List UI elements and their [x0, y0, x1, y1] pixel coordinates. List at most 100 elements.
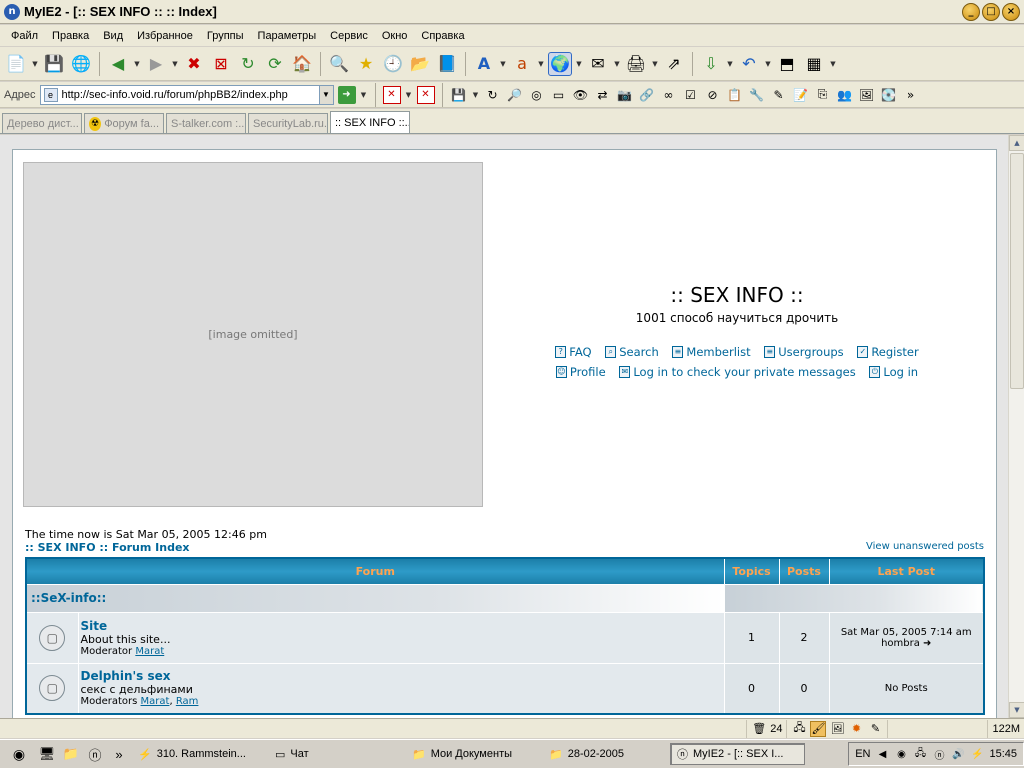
camera-icon[interactable]: 📷 — [616, 86, 634, 104]
switch-icon[interactable]: ⇄ — [594, 86, 612, 104]
category-title[interactable]: ::SeX-info:: — [27, 591, 106, 605]
window-icon[interactable]: ▭ — [550, 86, 568, 104]
menu-edit[interactable]: Правка — [45, 28, 96, 44]
undo-icon[interactable]: ↶ — [737, 52, 761, 76]
moderator-link[interactable]: Ram — [176, 696, 199, 707]
globe-icon[interactable]: 🌐 — [69, 52, 93, 76]
unanswered-posts-link[interactable]: View unanswered posts — [866, 541, 984, 552]
chevron-down-icon[interactable]: ▼ — [318, 85, 333, 104]
tab-forum[interactable]: ☢ Форум fa... — [84, 113, 164, 133]
tools-icon[interactable]: 🔧 — [748, 86, 766, 104]
save-icon[interactable]: 💾 — [42, 52, 66, 76]
encoding-dropdown[interactable]: ▼ — [537, 60, 545, 68]
scroll-up-icon[interactable]: ▲ — [1009, 135, 1024, 151]
close-button[interactable]: × — [1002, 2, 1020, 21]
home-icon[interactable]: 🏠 — [290, 52, 314, 76]
menu-options[interactable]: Параметры — [251, 28, 324, 44]
last-post-user[interactable]: hombra — [881, 638, 920, 649]
login-link[interactable]: ⏻ Log in — [869, 365, 918, 379]
find-icon[interactable]: 🔎 — [506, 86, 524, 104]
quicklaunch-desktop-icon[interactable]: 🖥 — [36, 743, 58, 765]
edit-icon[interactable]: ✎ — [867, 721, 883, 737]
encoding-icon[interactable]: a — [510, 52, 534, 76]
maximize-button[interactable]: □ — [982, 2, 1000, 21]
back-icon[interactable]: ◀ — [106, 52, 130, 76]
clipboard-icon[interactable]: 📋 — [726, 86, 744, 104]
address-url[interactable]: http://sec-info.void.ru/forum/phpBB2/ind… — [62, 89, 315, 101]
check-icon[interactable]: ☑ — [682, 86, 700, 104]
close-dropdown[interactable]: ▼ — [405, 91, 413, 99]
notes-icon[interactable]: 📝 — [792, 86, 810, 104]
eye-icon[interactable]: 👁 — [572, 86, 590, 104]
task-winamp[interactable]: ⚡ 310. Rammstein... — [132, 743, 267, 765]
task-folder-date[interactable]: 📁 28-02-2005 — [543, 743, 668, 765]
new-page-dropdown[interactable]: ▼ — [31, 60, 39, 68]
tab-stalker[interactable]: S-talker.com :... — [166, 113, 246, 133]
scroll-thumb[interactable] — [1010, 153, 1024, 389]
search-icon[interactable]: 🔍 — [327, 52, 351, 76]
address-input[interactable]: e http://sec-info.void.ru/forum/phpBB2/i… — [39, 84, 334, 105]
refresh-icon[interactable]: ↻ — [236, 52, 260, 76]
undo-dropdown[interactable]: ▼ — [764, 60, 772, 68]
network-icon[interactable]: 🖧 — [791, 721, 807, 737]
print-icon[interactable]: 🖨 — [624, 52, 648, 76]
pen-icon[interactable]: ✎ — [770, 86, 788, 104]
quicklaunch-explorer-icon[interactable]: 📁 — [60, 743, 82, 765]
quicklaunch-myie-icon[interactable]: ⓝ — [84, 743, 106, 765]
tab-sex-info[interactable]: :: SEX INFO ::... — [330, 111, 410, 133]
brush-icon[interactable]: 🖌 — [810, 720, 827, 737]
menu-view[interactable]: Вид — [96, 28, 130, 44]
close-all-icon[interactable]: ✕ — [416, 85, 435, 104]
book-icon[interactable]: 📘 — [435, 52, 459, 76]
image-filter-icon[interactable]: 🖼 — [829, 721, 845, 737]
fullscreen-icon[interactable]: ⬒ — [775, 52, 799, 76]
breadcrumb[interactable]: :: SEX INFO :: Forum Index — [25, 541, 190, 554]
refresh-small-icon[interactable]: ↻ — [484, 86, 502, 104]
mail-dropdown[interactable]: ▼ — [613, 60, 621, 68]
favorites-star-icon[interactable]: ★ — [354, 52, 378, 76]
menu-help[interactable]: Справка — [414, 28, 471, 44]
folder-icon[interactable]: 📂 — [408, 52, 432, 76]
trash-counter[interactable]: 🗑 24 — [746, 719, 786, 738]
glasses-icon[interactable]: ∞ — [660, 86, 678, 104]
usergroups-link[interactable]: ≡ Usergroups — [764, 345, 844, 359]
refresh-all-icon[interactable]: ⟳ — [263, 52, 287, 76]
media-icon[interactable]: ◀ — [875, 747, 889, 761]
history-icon[interactable]: 🕘 — [381, 52, 405, 76]
menu-file[interactable]: Файл — [4, 28, 45, 44]
menu-favorites[interactable]: Избранное — [130, 28, 200, 44]
myie-app-icon[interactable]: n — [4, 3, 20, 20]
forward-dropdown[interactable]: ▼ — [171, 60, 179, 68]
menu-tools[interactable]: Сервис — [323, 28, 375, 44]
users-icon[interactable]: 👥 — [836, 86, 854, 104]
profile-link[interactable]: ☺ Profile — [555, 365, 606, 379]
copy-icon[interactable]: ⎘ — [814, 86, 832, 104]
moderator-link[interactable]: Marat — [135, 646, 164, 657]
save-page-dropdown[interactable]: ▼ — [472, 91, 480, 99]
online-icon[interactable]: 🌍 — [548, 51, 572, 76]
gear-icon[interactable]: ✹ — [848, 721, 864, 737]
go-icon[interactable]: ➜ — [337, 85, 356, 104]
task-my-documents[interactable]: 📁 Мои Документы — [406, 743, 541, 765]
scroll-down-icon[interactable]: ▼ — [1009, 702, 1024, 718]
moderator-link[interactable]: Marat — [141, 696, 170, 707]
save-page-icon[interactable]: 💾 — [450, 86, 468, 104]
volume-icon[interactable]: 🔊 — [951, 747, 965, 761]
safari-icon[interactable]: ◎ — [528, 86, 546, 104]
private-messages-link[interactable]: ✉ Log in to check your private messages — [619, 365, 856, 379]
new-page-icon[interactable]: 📄 — [4, 52, 28, 76]
close-tab-icon[interactable]: ✕ — [382, 85, 401, 104]
register-link[interactable]: ✓ Register — [857, 345, 919, 359]
image-icon[interactable]: 🖼 — [858, 86, 876, 104]
grid-icon[interactable]: ▦ — [802, 52, 826, 76]
quicklaunch-more-icon[interactable]: » — [108, 743, 130, 765]
audio-icon[interactable]: ◉ — [894, 747, 908, 761]
tab-securitylab[interactable]: SecurityLab.ru... — [248, 113, 328, 133]
power-icon[interactable]: ⚡ — [970, 747, 984, 761]
online-dropdown[interactable]: ▼ — [575, 60, 583, 68]
menu-groups[interactable]: Группы — [200, 28, 251, 44]
print-dropdown[interactable]: ▼ — [651, 60, 659, 68]
search-link[interactable]: ⌕ Search — [605, 345, 659, 359]
forum-name[interactable]: Site — [79, 619, 724, 633]
stop-icon[interactable]: ✖ — [182, 52, 206, 76]
